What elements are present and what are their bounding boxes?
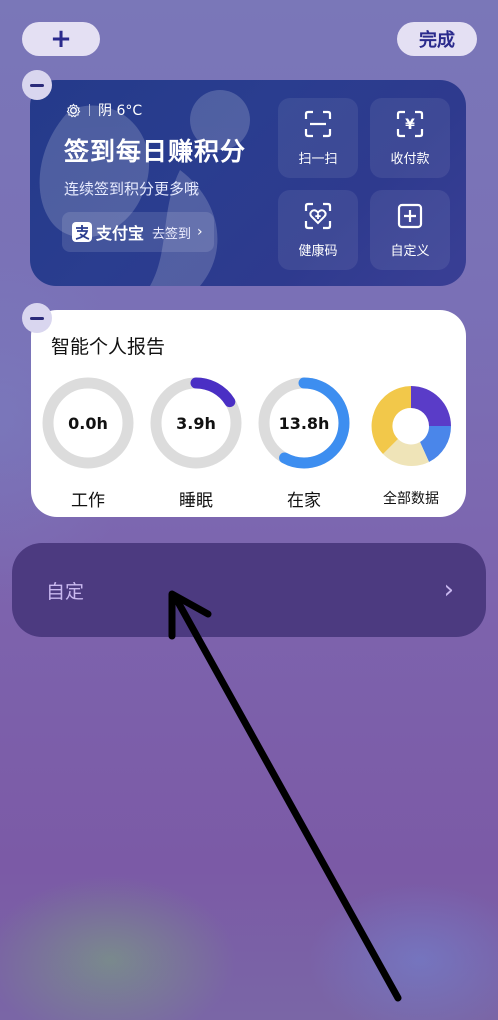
tile-label: 扫一扫 [298, 151, 338, 167]
personal-report-widget[interactable]: 智能个人报告 0.0h 工作 3.9h 睡眠 13.8h 在家 全部数据 [31, 310, 466, 517]
add-widget-button[interactable]: + [22, 22, 100, 56]
divider [89, 104, 90, 116]
ring-value: 13.8h [278, 413, 330, 433]
ring-label: 工作 [71, 491, 105, 511]
alipay-logo-icon [72, 222, 92, 242]
plus-square-icon [397, 203, 423, 228]
settings-icon[interactable] [66, 103, 81, 118]
weather-info: 阴 6°C [66, 100, 142, 120]
ring-sleep: 3.9h [149, 376, 243, 470]
all-data-label[interactable]: 全部数据 [366, 488, 456, 508]
minus-icon [30, 316, 44, 320]
tile-customize[interactable]: 自定义 [370, 190, 450, 270]
ring-label: 在家 [287, 491, 321, 511]
tile-payment[interactable]: ¥ 收付款 [370, 98, 450, 178]
tile-label: 收付款 [390, 151, 430, 167]
customize-label: 自定 [46, 580, 85, 603]
payment-icon: ¥ [396, 110, 424, 137]
minus-icon [30, 83, 44, 87]
alipay-brand: 支付宝 [96, 224, 145, 243]
widget-subtitle: 连续签到积分更多哦 [64, 180, 200, 198]
tile-label: 自定义 [390, 243, 430, 259]
scan-icon [304, 110, 332, 137]
alipay-widget[interactable]: 阴 6°C 签到每日赚积分 连续签到积分更多哦 支付宝 去签到 › 扫一扫 ¥ … [30, 80, 466, 286]
chevron-right-icon: › [443, 575, 454, 605]
ring-work: 0.0h [41, 376, 135, 470]
done-button[interactable]: 完成 [397, 22, 477, 56]
health-code-icon [304, 202, 332, 229]
ring-value: 3.9h [176, 413, 216, 433]
tile-scan[interactable]: 扫一扫 [278, 98, 358, 178]
widget-title: 签到每日赚积分 [64, 137, 247, 166]
customize-row[interactable]: 自定 › [12, 543, 486, 637]
tile-label: 健康码 [298, 243, 338, 259]
donut-chart-icon [371, 386, 452, 466]
weather-text: 阴 6°C [98, 103, 143, 119]
ring-label: 睡眠 [179, 491, 213, 511]
ring-home: 13.8h [257, 376, 351, 470]
signin-button[interactable]: 支付宝 去签到 › [62, 212, 214, 252]
tile-health-code[interactable]: 健康码 [278, 190, 358, 270]
widget-title: 智能个人报告 [51, 336, 166, 358]
all-data-chart[interactable] [369, 384, 453, 468]
remove-report-widget-button[interactable] [22, 303, 52, 333]
remove-alipay-widget-button[interactable] [22, 70, 52, 100]
chevron-right-icon: › [197, 224, 203, 240]
signin-label: 去签到 [152, 226, 192, 242]
svg-text:¥: ¥ [405, 117, 415, 133]
ring-value: 0.0h [68, 413, 108, 433]
